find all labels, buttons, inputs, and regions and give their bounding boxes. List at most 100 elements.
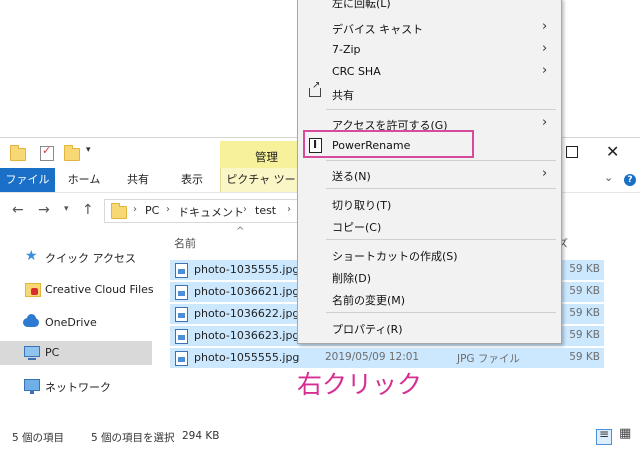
menu-separator <box>326 239 556 240</box>
details-view-icon[interactable] <box>596 427 612 445</box>
tab-picture-tools[interactable]: ピクチャ ツール <box>220 168 301 210</box>
sidebar-item-pc[interactable]: PC <box>0 341 152 365</box>
share-icon <box>309 80 321 97</box>
sidebar-item-label: クイック アクセス <box>45 252 136 265</box>
menu-item-device-cast[interactable]: デバイス キャスト › <box>298 17 561 39</box>
submenu-arrow-icon: › <box>542 63 548 78</box>
sidebar-item-label: PC <box>45 346 60 359</box>
status-item-count: 5 個の項目 <box>12 432 65 444</box>
breadcrumb-pc[interactable]: PC <box>145 204 159 217</box>
menu-item-label: 送る(N) <box>332 170 371 183</box>
new-folder-icon[interactable] <box>64 145 80 161</box>
menu-item-delete[interactable]: 削除(D) <box>298 266 561 288</box>
sidebar-item-label: OneDrive <box>45 316 97 329</box>
status-bar: 5 個の項目 5 個の項目を選択 294 KB <box>0 426 640 449</box>
tab-manage-label: 管理 <box>255 150 278 164</box>
file-size: 59 KB <box>569 307 600 319</box>
menu-item-label: コピー(C) <box>332 221 382 234</box>
pc-icon <box>24 346 40 360</box>
menu-item-7zip[interactable]: 7-Zip › <box>298 39 561 61</box>
maximize-icon[interactable] <box>566 146 578 158</box>
menu-item-create-shortcut[interactable]: ショートカットの作成(S) <box>298 244 561 266</box>
status-size: 294 KB <box>182 430 220 442</box>
powerrename-highlight-box <box>303 130 474 158</box>
menu-separator <box>326 312 556 313</box>
status-selected: 5 個の項目を選択 <box>91 432 175 444</box>
menu-item-rename[interactable]: 名前の変更(M) <box>298 288 561 310</box>
sidebar-item-label: Creative Cloud Files <box>45 283 154 296</box>
menu-item-label: 切り取り(T) <box>332 199 392 212</box>
right-click-annotation: 右クリック <box>297 370 423 399</box>
sidebar-item-label: ネットワーク <box>45 381 111 394</box>
ribbon-expand-icon[interactable]: ⌄ <box>604 171 613 184</box>
jpg-file-icon <box>175 263 188 278</box>
forward-icon[interactable]: → <box>38 202 50 218</box>
help-icon[interactable]: ? <box>624 174 636 186</box>
file-size: 59 KB <box>569 329 600 341</box>
submenu-arrow-icon: › <box>542 115 548 130</box>
menu-item-label: 共有 <box>332 89 354 102</box>
menu-item-label: デバイス キャスト <box>332 23 424 36</box>
menu-item-send-to[interactable]: 送る(N) › <box>298 164 561 186</box>
network-icon <box>24 379 40 394</box>
submenu-arrow-icon: › <box>542 41 548 56</box>
sidebar-item-onedrive[interactable]: OneDrive <box>0 311 152 335</box>
file-size: 59 KB <box>569 263 600 275</box>
tab-view[interactable]: 表示 <box>170 168 214 192</box>
menu-separator <box>326 188 556 189</box>
sidebar-item-network[interactable]: ネットワーク <box>0 374 152 398</box>
creative-cloud-folder-icon <box>25 283 41 297</box>
sidebar-item-creative-cloud[interactable]: Creative Cloud Files <box>0 278 154 302</box>
menu-item-label: 左に回転(L) <box>332 0 391 10</box>
quick-access-dropdown-icon[interactable]: ▾ <box>86 145 91 155</box>
menu-separator <box>326 109 556 110</box>
back-icon[interactable]: ← <box>12 202 24 218</box>
column-header-name[interactable]: 名前 <box>174 235 196 251</box>
large-icons-view-icon[interactable] <box>618 426 632 443</box>
submenu-arrow-icon: › <box>542 19 548 34</box>
folder-icon <box>111 203 127 219</box>
file-name: photo-1055555.jpg <box>194 351 300 364</box>
close-icon[interactable]: ✕ <box>606 142 619 161</box>
breadcrumb-documents[interactable]: ドキュメント <box>178 204 244 220</box>
file-name: photo-1036621.jpg <box>194 285 300 298</box>
menu-separator <box>326 160 556 161</box>
menu-item-label: プロパティ(R) <box>332 323 403 336</box>
address-bar[interactable]: › PC › ドキュメント › test › <box>104 199 302 223</box>
tab-home[interactable]: ホーム <box>62 168 106 192</box>
tab-share[interactable]: 共有 <box>116 168 160 192</box>
sidebar-item-quick-access[interactable]: ★ クイック アクセス <box>0 245 152 269</box>
menu-item-rotate-left[interactable]: 左に回転(L) <box>298 0 561 13</box>
menu-item-copy[interactable]: コピー(C) <box>298 215 561 237</box>
up-icon[interactable]: ↑ <box>82 202 94 218</box>
menu-item-crc-sha[interactable]: CRC SHA › <box>298 61 561 83</box>
menu-item-label: 削除(D) <box>332 272 372 285</box>
sort-ascending-icon: ^ <box>236 226 245 237</box>
file-date: 2019/05/09 12:01 <box>325 351 420 363</box>
breadcrumb-test[interactable]: test <box>255 204 276 217</box>
file-type: JPG ファイル <box>457 353 520 365</box>
file-name: photo-1036622.jpg <box>194 307 300 320</box>
menu-item-share[interactable]: 共有 <box>298 80 561 105</box>
menu-item-properties[interactable]: プロパティ(R) <box>298 317 561 339</box>
jpg-file-icon <box>175 351 188 366</box>
star-icon: ★ <box>25 248 38 264</box>
breadcrumb-separator-icon: › <box>166 204 170 215</box>
recent-locations-icon[interactable]: ▾ <box>64 204 69 214</box>
navigation-pane: ★ クイック アクセス Creative Cloud Files OneDriv… <box>0 232 160 422</box>
jpg-file-icon <box>175 285 188 300</box>
jpg-file-icon <box>175 307 188 322</box>
context-menu: 左に回転(L) デバイス キャスト › 7-Zip › CRC SHA › 共有… <box>297 0 562 344</box>
breadcrumb-separator-icon: › <box>243 204 247 215</box>
tab-manage[interactable]: 管理 <box>220 141 300 170</box>
file-size: 59 KB <box>569 351 600 363</box>
breadcrumb-separator-icon: › <box>133 204 137 215</box>
properties-icon[interactable] <box>40 144 54 161</box>
menu-item-cut[interactable]: 切り取り(T) <box>298 193 561 215</box>
file-name: photo-1036623.jpg <box>194 329 300 342</box>
submenu-arrow-icon: › <box>542 166 548 181</box>
file-name: photo-1035555.jpg <box>194 263 300 276</box>
tab-file[interactable]: ファイル <box>0 168 55 192</box>
jpg-file-icon <box>175 329 188 344</box>
breadcrumb-separator-icon: › <box>287 204 291 215</box>
